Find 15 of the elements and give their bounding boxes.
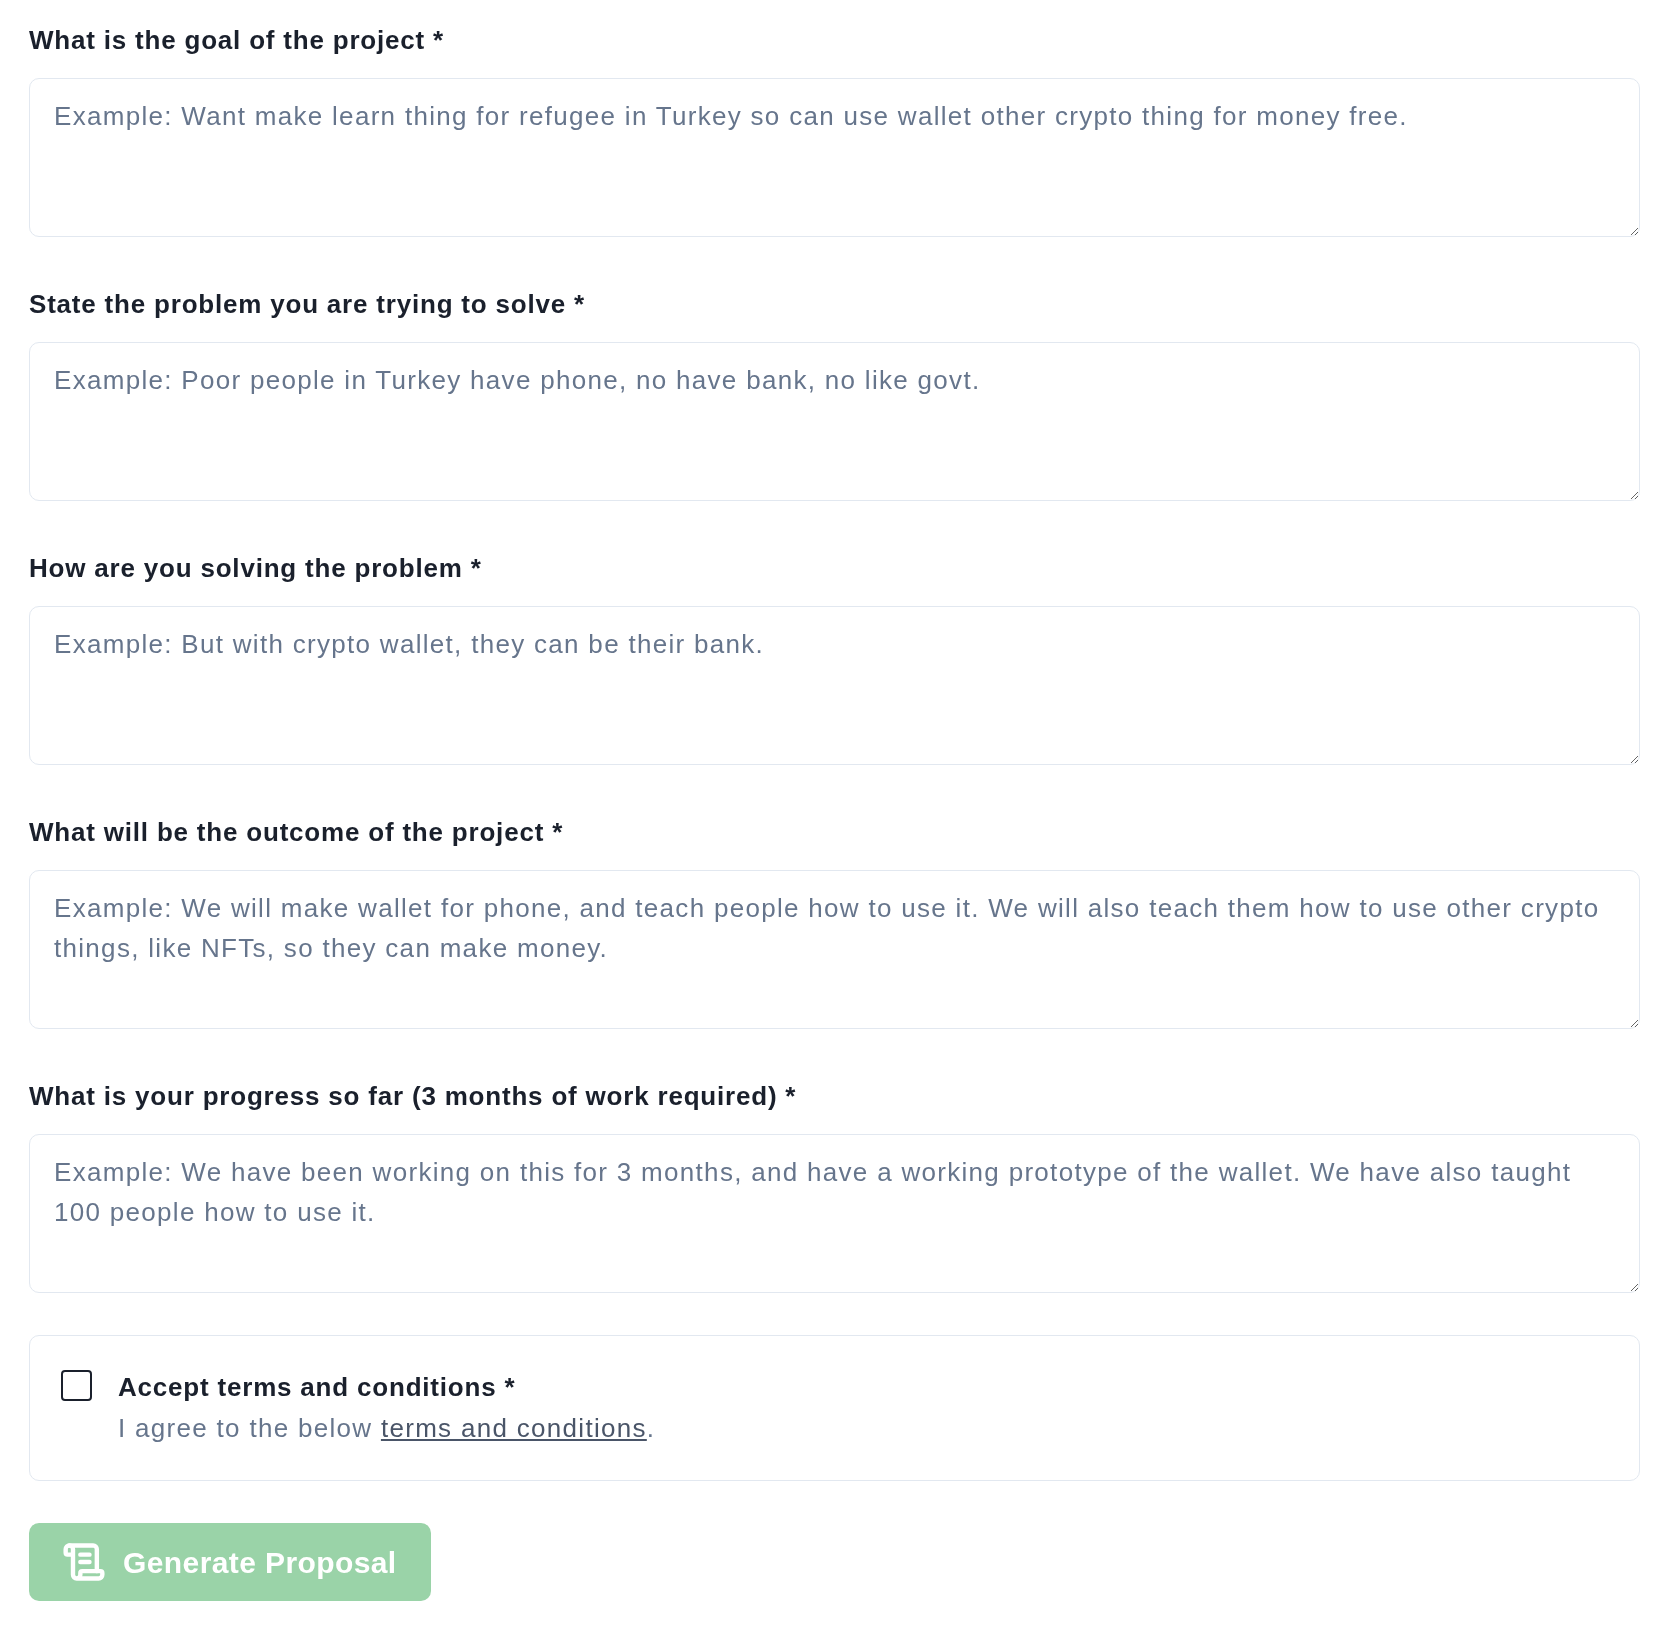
field-label: What is the goal of the project * [29, 24, 444, 57]
checkbox[interactable] [61, 1370, 92, 1401]
text-area-field[interactable]: Example: Want make learn thing for refugee in Turkey so can use wallet other crypto thing for money free. [29, 78, 1640, 237]
terms-description: I agree to the below terms and conditions. [118, 1412, 656, 1445]
text-area-field[interactable]: Example: But with crypto wallet, they can be their bank. [29, 606, 1640, 765]
field-label: What is your progress so far (3 months of work required) * [29, 1080, 797, 1113]
field-label: State the problem you are trying to solve * [29, 288, 585, 321]
terms-link[interactable]: terms and conditions [380, 1413, 647, 1443]
field-label: How are you solving the problem * [29, 552, 482, 585]
field-label: What will be the outcome of the project * [29, 816, 564, 849]
terms-title: Accept terms and conditions * [118, 1371, 516, 1404]
text-area-field[interactable]: Example: We will make wallet for phone, and teach people how to use it. We will also teach them how to use other crypto things, like NFTs, so they can make money. [29, 870, 1640, 1029]
scroll-icon [62, 1540, 106, 1584]
text-area-field[interactable]: Example: We have been working on this for 3 months, and have a working prototype of the wallet. We have also taught 100 people how to use it. [29, 1134, 1640, 1293]
text-area-field[interactable]: Example: Poor people in Turkey have phone, no have bank, no like govt. [29, 342, 1640, 501]
